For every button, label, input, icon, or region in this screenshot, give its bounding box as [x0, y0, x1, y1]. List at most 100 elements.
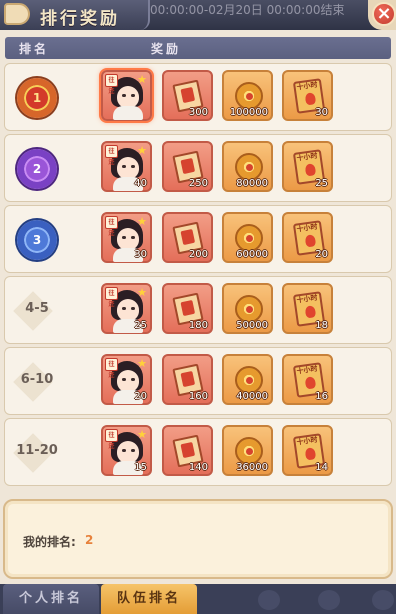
reward-item-coin[interactable]: 36000	[222, 425, 273, 476]
close-icon[interactable]: ×	[372, 2, 396, 26]
item-count: 20	[134, 391, 147, 402]
rank-range-text: 4-5	[25, 301, 49, 316]
item-count: 18	[315, 320, 328, 331]
reward-item-ticket[interactable]: 十小时 25	[282, 141, 333, 192]
rank-medal-icon: 3	[17, 220, 57, 260]
portrait-eye	[122, 307, 126, 310]
reward-items: 往还 ★ 40 250 80000 十小时 25	[101, 141, 391, 197]
my-rank-label: 我的排名:	[23, 535, 76, 549]
reward-item-avatar[interactable]: 往还 ★ 30	[101, 212, 152, 263]
close-button[interactable]: ×	[368, 0, 396, 30]
tab-team-rank[interactable]: 队伍排名	[101, 584, 197, 614]
reward-item-book[interactable]: 200	[162, 212, 213, 263]
reward-item-avatar[interactable]: 往还 ★ 20	[101, 354, 152, 405]
rank-cell: 11-20	[11, 425, 63, 481]
item-count: 100000	[229, 107, 268, 118]
decor-circle-icon	[372, 590, 394, 610]
reward-item-book[interactable]: 180	[162, 283, 213, 334]
item-count: 30	[315, 107, 328, 118]
portrait-tag: 往还	[105, 145, 118, 166]
reward-item-coin[interactable]: 40000	[222, 354, 273, 405]
portrait-eye	[131, 94, 135, 97]
reward-item-book[interactable]: 160	[162, 354, 213, 405]
ticket-label: 十小时	[296, 222, 319, 234]
item-count: 14	[315, 462, 328, 473]
item-count: 250	[188, 178, 208, 189]
reward-item-avatar[interactable]: 往还 ★ 25	[101, 283, 152, 334]
portrait-face	[117, 157, 139, 179]
portrait-tag: 往还	[105, 216, 118, 237]
rank-medal-number: 1	[26, 87, 48, 109]
reward-item-coin[interactable]: 100000	[222, 70, 273, 121]
reward-row: 3 往还 ★ 30 200 60000 十小时 20	[4, 205, 392, 273]
item-count: 30	[134, 249, 147, 260]
ticket-label: 十小时	[296, 151, 319, 163]
reward-item-ticket[interactable]: 十小时 14	[282, 425, 333, 476]
reward-row: 6-10 往还 ★ 20 160 40000 十小时 16	[4, 347, 392, 415]
rank-cell: 3	[11, 212, 63, 268]
reward-item-coin[interactable]: 60000	[222, 212, 273, 263]
reward-item-coin[interactable]: 50000	[222, 283, 273, 334]
portrait-tag: 往还	[105, 74, 118, 95]
portrait-face	[117, 370, 139, 392]
star-icon: ★	[137, 215, 147, 228]
reward-items: 往还 ★ 15 140 36000 十小时 14	[101, 425, 391, 481]
coin-icon	[235, 437, 263, 465]
star-icon: ★	[137, 428, 147, 441]
decor-circle-icon	[258, 590, 280, 610]
item-count: 80000	[236, 178, 268, 189]
reward-row: 11-20 往还 ★ 15 140 36000 十小时 14	[4, 418, 392, 486]
ticket-label: 十小时	[296, 435, 319, 447]
portrait-eye	[122, 449, 126, 452]
item-count: 200	[188, 249, 208, 260]
reward-item-ticket[interactable]: 十小时 16	[282, 354, 333, 405]
reward-item-ticket[interactable]: 十小时 30	[282, 70, 333, 121]
rank-medal-icon: 2	[17, 149, 57, 189]
rank-cell: 2	[11, 141, 63, 197]
portrait-tag: 往还	[105, 287, 118, 308]
reward-item-avatar[interactable]: 往还 ★ 15	[101, 425, 152, 476]
reward-item-book[interactable]: 140	[162, 425, 213, 476]
header-rank: 排名	[19, 42, 50, 56]
portrait-face	[117, 299, 139, 321]
item-count: 36000	[236, 462, 268, 473]
tab-personal-rank[interactable]: 个人排名	[3, 584, 99, 614]
reward-item-ticket[interactable]: 十小时 20	[282, 212, 333, 263]
star-icon: ★	[137, 357, 147, 370]
table-header: 排名 奖励	[5, 37, 391, 59]
ticket-label: 十小时	[296, 80, 319, 92]
reward-item-avatar[interactable]: 往还 ★	[101, 70, 152, 121]
reward-item-ticket[interactable]: 十小时 18	[282, 283, 333, 334]
portrait-tag: 往还	[105, 358, 118, 379]
portrait-eye	[131, 307, 135, 310]
item-count: 160	[188, 391, 208, 402]
coin-icon	[235, 366, 263, 394]
reward-item-coin[interactable]: 80000	[222, 141, 273, 192]
item-count: 140	[188, 462, 208, 473]
rank-medal-number: 3	[26, 229, 48, 251]
portrait-face	[117, 86, 139, 108]
decor-circle-icon	[318, 590, 340, 610]
portrait-eye	[131, 165, 135, 168]
title-ribbon-icon	[4, 3, 30, 25]
reward-items: 往还 ★ 20 160 40000 十小时 16	[101, 354, 391, 410]
reward-item-book[interactable]: 300	[162, 70, 213, 121]
portrait-eye	[131, 449, 135, 452]
item-count: 300	[188, 107, 208, 118]
item-count: 15	[134, 462, 147, 473]
portrait-eye	[122, 165, 126, 168]
ticket-label: 十小时	[296, 364, 319, 376]
portrait-body	[113, 106, 143, 120]
item-count: 25	[134, 320, 147, 331]
reward-item-avatar[interactable]: 往还 ★ 40	[101, 141, 152, 192]
reward-items: 往还 ★ 30 200 60000 十小时 20	[101, 212, 391, 268]
page-title: 排行奖励	[40, 9, 120, 29]
item-count: 16	[315, 391, 328, 402]
reward-list[interactable]: 1 往还 ★ 300 100000 十小时 30 2 往还 ★ 40 250 80000 十小时 25 3 往还…	[0, 60, 396, 496]
reward-row: 1 往还 ★ 300 100000 十小时 30	[4, 63, 392, 131]
item-count: 40	[134, 178, 147, 189]
rank-medal-number: 2	[26, 158, 48, 180]
rank-range-text: 11-20	[16, 443, 58, 458]
reward-item-book[interactable]: 250	[162, 141, 213, 192]
event-time-range: 00:00:00-02月20日 00:00:00结束	[150, 3, 345, 17]
